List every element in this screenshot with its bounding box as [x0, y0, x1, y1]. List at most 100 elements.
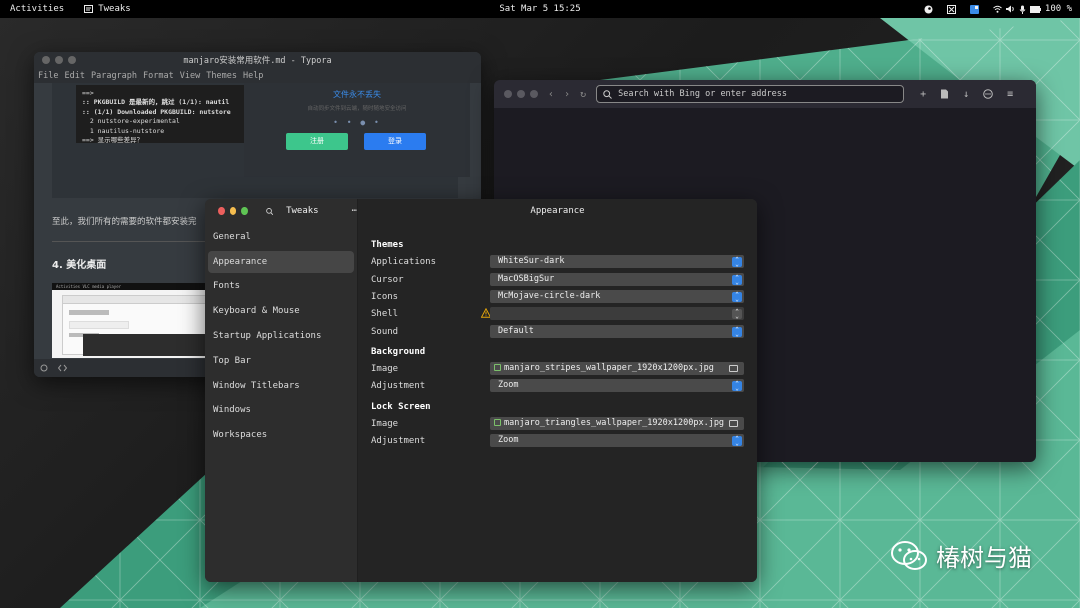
menu-format[interactable]: Format [143, 71, 174, 81]
updown-arrows-icon: ⌃ ⌄ [732, 291, 742, 302]
back-icon[interactable]: ‹ [548, 89, 554, 100]
background-image-label: Image [371, 363, 399, 374]
browser-minimize-button[interactable] [517, 90, 525, 98]
folder-icon [729, 420, 738, 427]
terminal-line: ==> [82, 89, 94, 97]
background-image-chooser[interactable]: manjaro_stripes_wallpaper_1920x1200px.jp… [490, 362, 744, 375]
tweaks-close-button[interactable] [218, 207, 225, 215]
screenshot-icon[interactable] [946, 4, 956, 14]
more-options-icon[interactable]: ⋯ [352, 206, 357, 216]
icons-theme-select[interactable]: McMojave-circle-dark ⌃ ⌄ [490, 290, 744, 303]
thumbnail-topbar: Activities VLC media player [52, 283, 212, 290]
background-adjustment-select[interactable]: Zoom ⌃ ⌄ [490, 379, 744, 392]
app-menu-button[interactable]: Tweaks [84, 4, 131, 14]
source-code-mode-icon[interactable] [58, 364, 67, 372]
sidebar-header[interactable]: Tweaks ⋯ [205, 199, 357, 223]
folder-icon [729, 365, 738, 372]
browser-maximize-button[interactable] [530, 90, 538, 98]
applications-label: Applications [371, 256, 437, 267]
watermark: 椿树与猫 [890, 538, 1032, 573]
menu-themes[interactable]: Themes [206, 71, 237, 81]
applications-theme-select[interactable]: WhiteSur-dark ⌃ ⌄ [490, 255, 744, 268]
battery-percent: 100 % [1044, 4, 1072, 14]
downloads-icon[interactable]: ↓ [963, 89, 969, 100]
sidebar-item-appearance[interactable]: Appearance [208, 250, 354, 273]
browser-close-button[interactable] [504, 90, 512, 98]
menu-view[interactable]: View [180, 71, 200, 81]
clock[interactable]: Sat Mar 5 15:25 [0, 4, 1080, 14]
terminal-line: 2 nutstore-experimental [82, 117, 180, 126]
library-icon[interactable] [940, 89, 949, 99]
menu-help[interactable]: Help [243, 71, 263, 81]
app-indicator-icon[interactable] [969, 4, 979, 14]
sidebar-item-workspaces[interactable]: Workspaces [208, 424, 354, 446]
tweaks-maximize-button[interactable] [241, 207, 248, 215]
sidebar-item-startup-applications[interactable]: Startup Applications [208, 325, 354, 347]
lockscreen-image-chooser[interactable]: manjaro_triangles_wallpaper_1920x1200px.… [490, 417, 744, 430]
menu-paragraph[interactable]: Paragraph [91, 71, 137, 81]
sidebar-item-windows[interactable]: Windows [208, 399, 354, 421]
app-name: Tweaks [98, 4, 131, 14]
terminal-screenshot: ==> :: PKGBUILD 是最新的，跳过 (1/1): nautil ::… [76, 85, 272, 144]
tweaks-minimize-button[interactable] [229, 207, 237, 215]
search-icon[interactable] [265, 207, 273, 216]
terminal-line: 1 nautilus-nutstore [82, 126, 165, 135]
sidebar-item-window-titlebars[interactable]: Window Titlebars [208, 375, 354, 397]
updown-arrows-icon: ⌃ ⌄ [732, 308, 742, 319]
image-file-icon [494, 363, 501, 371]
sidebar-item-keyboard-mouse[interactable]: Keyboard & Mouse [208, 300, 354, 322]
sound-theme-select[interactable]: Default ⌃ ⌄ [490, 325, 744, 338]
sound-label: Sound [371, 326, 399, 337]
shell-theme-select: ⌃ ⌄ [490, 307, 744, 320]
browser-toolbar: ‹ › ↻ Search with Bing or enter address … [494, 80, 1036, 108]
cursor-label: Cursor [371, 274, 404, 285]
sidebar-item-fonts[interactable]: Fonts [208, 275, 354, 297]
volume-icon[interactable] [1005, 5, 1015, 13]
tweaks-window: Tweaks ⋯ General Appearance Fonts Keyboa… [205, 199, 757, 582]
new-tab-icon[interactable]: + [920, 89, 926, 100]
login-button: 登录 [364, 133, 426, 150]
hamburger-menu-icon[interactable]: ≡ [1007, 89, 1013, 100]
microphone-icon[interactable] [1019, 5, 1026, 14]
updown-arrows-icon: ⌃ ⌄ [732, 380, 742, 391]
forward-icon[interactable]: › [564, 89, 570, 100]
sidebar-item-general[interactable]: General [208, 226, 354, 248]
steam-icon[interactable] [924, 5, 933, 14]
watermark-text: 椿树与猫 [936, 544, 1032, 572]
battery-icon[interactable] [1029, 5, 1041, 13]
wechat-icon [891, 540, 927, 570]
updown-arrows-icon: ⌃ ⌄ [732, 256, 742, 267]
thumbnail-window [62, 295, 212, 356]
menu-edit[interactable]: Edit [64, 71, 84, 81]
lockscreen-image-label: Image [371, 418, 399, 429]
terminal-line: :: (1/1) Downloaded PKGBUILD: nutstore [82, 107, 231, 116]
menu-file[interactable]: File [38, 71, 58, 81]
sound-theme-value: Default [498, 326, 534, 336]
wifi-icon[interactable] [993, 5, 1002, 13]
sidebar-item-top-bar[interactable]: Top Bar [208, 350, 354, 372]
dialog-subtitle: 自动同步文件到云端，随时随地安全访问 [307, 106, 407, 112]
account-icon[interactable] [983, 88, 993, 99]
background-image-value: manjaro_stripes_wallpaper_1920x1200px.jp… [504, 363, 714, 373]
document-heading: 4. 美化桌面 [52, 260, 107, 271]
lockscreen-adjustment-select[interactable]: Zoom ⌃ ⌄ [490, 434, 744, 447]
reload-icon[interactable]: ↻ [580, 89, 586, 100]
lockscreen-image-value: manjaro_triangles_wallpaper_1920x1200px.… [504, 418, 725, 428]
section-themes: Themes [371, 240, 404, 250]
outline-toggle-icon[interactable] [40, 364, 48, 372]
icons-theme-value: McMojave-circle-dark [498, 291, 601, 301]
activities-button[interactable]: Activities [10, 4, 64, 14]
system-tray: 100 % [924, 0, 1072, 18]
cursor-theme-value: MacOSBigSur [498, 274, 555, 284]
typora-titlebar[interactable]: manjaro安装常用软件.md - Typora [34, 52, 481, 68]
background-adjustment-value: Zoom [498, 380, 519, 390]
sidebar-title: Tweaks [286, 206, 319, 216]
dialog-title: 文件永不丢失 [333, 90, 381, 99]
address-bar[interactable]: Search with Bing or enter address [596, 85, 905, 103]
appearance-panel: Appearance Themes Applications WhiteSur-… [358, 199, 757, 582]
top-bar: Activities Tweaks Sat Mar 5 15:25 100 % [0, 0, 1080, 18]
image-file-icon [494, 418, 501, 426]
cursor-theme-select[interactable]: MacOSBigSur ⌃ ⌄ [490, 273, 744, 286]
typora-menubar: File Edit Paragraph Format View Themes H… [34, 68, 481, 83]
nutstore-dialog-screenshot: 文件永不丢失 自动同步文件到云端，随时随地安全访问 • • ● • 注册 登录 [244, 83, 470, 177]
